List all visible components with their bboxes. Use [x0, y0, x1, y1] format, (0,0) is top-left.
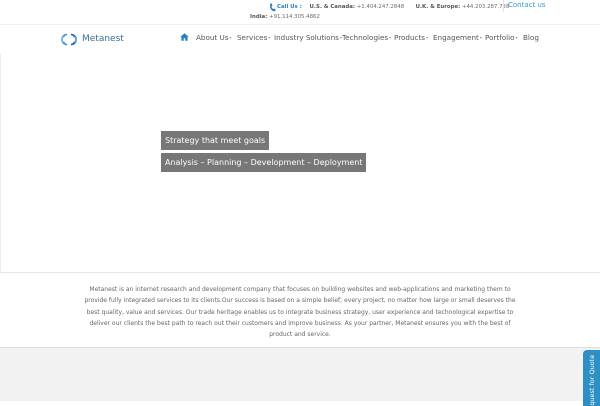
footer-band — [0, 347, 600, 401]
phone-region-us: U.S. & Canada: — [309, 4, 356, 10]
chevron-down-icon: ▾ — [229, 35, 232, 40]
chevron-down-icon: ▾ — [389, 35, 392, 40]
nav-item-label: Engagement — [433, 33, 479, 42]
request-quote-button[interactable]: Request for Quote — [583, 350, 600, 406]
phone-icon — [270, 3, 276, 12]
nav-item-blog[interactable]: Blog — [523, 33, 539, 42]
home-icon[interactable] — [180, 33, 189, 41]
about-paragraph: Metanest is an internet research and dev… — [84, 286, 516, 339]
nav-item-technologies[interactable]: Technologies▾ — [342, 33, 391, 42]
main-header: Metanest About Us▾ Services▾ Industry So… — [0, 24, 600, 55]
contact-us-link[interactable]: Contact us — [508, 1, 546, 9]
divider — [503, 0, 504, 12]
logo-text: Metanest — [82, 34, 124, 44]
phone-region-uk: U.K. & Europe: — [415, 4, 461, 10]
nav-item-label: Portfolio — [485, 33, 515, 42]
nav-item-label: Industry Solutions — [274, 33, 339, 42]
chevron-down-icon: ▾ — [426, 35, 429, 40]
phone-number-india[interactable]: +91.114.305.4862 — [269, 14, 320, 20]
nav-item-portfolio[interactable]: Portfolio▾ — [485, 33, 518, 42]
phone-region-india: India: — [250, 14, 268, 20]
nav-item-services[interactable]: Services▾ — [237, 33, 270, 42]
top-utility-bar: Call Us : U.S. & Canada: +1.404.247.2848… — [0, 0, 600, 24]
nav-item-label: Products — [394, 33, 426, 42]
nav-item-label: Services — [237, 33, 268, 42]
chevron-down-icon: ▾ — [479, 35, 482, 40]
nav-item-label: Technologies — [342, 33, 389, 42]
nav-item-products[interactable]: Products▾ — [394, 33, 428, 42]
divider — [0, 54, 1, 272]
nav-item-label: Blog — [523, 33, 539, 42]
nav-item-label: About Us — [196, 33, 229, 42]
chevron-down-icon: ▾ — [268, 35, 271, 40]
phone-number-us[interactable]: +1.404.247.2848 — [357, 4, 404, 10]
phone-list-line-1: Call Us : U.S. & Canada: +1.404.247.2848… — [277, 4, 509, 11]
hero-subline: Analysis – Planning – Development – Depl… — [161, 153, 367, 172]
chevron-down-icon: ▾ — [515, 35, 518, 40]
nav-item-about-us[interactable]: About Us▾ — [196, 33, 232, 42]
logo-mark-icon — [61, 33, 77, 46]
nav-item-engagement[interactable]: Engagement▾ — [433, 33, 482, 42]
call-us-label: Call Us : — [277, 4, 302, 10]
phone-list-line-2: India: +91.114.305.4862 — [248, 14, 320, 21]
nav-item-industry-solutions[interactable]: Industry Solutions▾ — [274, 33, 342, 42]
hero-headline: Strategy that meet goals — [161, 131, 270, 150]
request-quote-label: Request for Quote — [588, 355, 596, 406]
